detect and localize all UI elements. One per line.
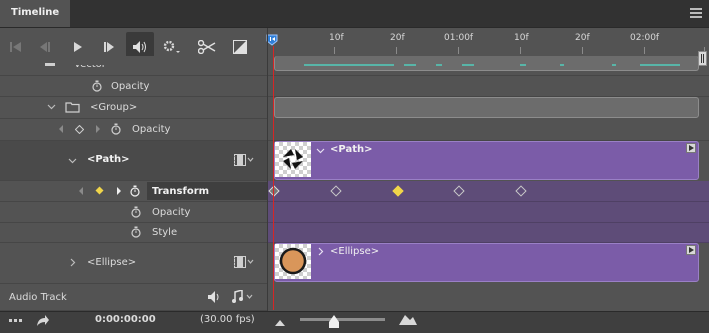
property-row-opacity[interactable]: Opacity: [0, 202, 268, 223]
chevron-right-icon[interactable]: [68, 258, 77, 270]
track-row-opacity: [268, 119, 709, 141]
cached-frames-bar: [462, 64, 474, 66]
previous-keyframe-icon[interactable]: [78, 187, 84, 198]
ruler-label: 20f: [575, 33, 590, 43]
layer-row-vector[interactable]: Vector: [0, 56, 268, 76]
cached-frames-bar: [520, 64, 526, 66]
cached-frames-bar: [640, 64, 680, 66]
property-row-transform[interactable]: Transform: [0, 181, 268, 202]
ruler-tick: [644, 47, 645, 54]
cached-frames-bar: [404, 64, 416, 66]
folder-icon: [45, 63, 55, 66]
zoom-slider-thumb[interactable]: [328, 315, 340, 332]
next-keyframe-icon[interactable]: [116, 187, 122, 198]
ruler-tick: [334, 47, 335, 54]
property-name: Style: [152, 227, 178, 238]
ruler-label: 20f: [390, 33, 405, 43]
panel-header: [0, 0, 709, 28]
stopwatch-icon[interactable]: [110, 123, 122, 138]
convert-to-frame-animation-icon[interactable]: [9, 317, 23, 330]
layer-name: Vector: [74, 59, 106, 70]
chevron-down-icon[interactable]: [316, 146, 325, 158]
chevron-down-icon[interactable]: [68, 156, 77, 168]
track-row-opacity: [268, 202, 709, 223]
previous-keyframe-icon[interactable]: [58, 125, 64, 136]
tab-timeline[interactable]: Timeline: [0, 0, 71, 27]
keyframe-active-icon[interactable]: [95, 186, 104, 198]
frame-rate: (30.00 fps): [200, 314, 255, 325]
property-name: Opacity: [152, 207, 191, 218]
ruler-label: 02:00f: [630, 33, 660, 43]
property-name: Transform: [152, 186, 210, 197]
ruler-label: 01:00f: [444, 33, 474, 43]
clip-group[interactable]: [274, 97, 699, 118]
clip-label: <Ellipse>: [330, 246, 380, 257]
folder-icon: [65, 101, 80, 116]
track-row-style: [268, 223, 709, 243]
audio-track-label: Audio Track: [9, 292, 67, 303]
current-time[interactable]: 0:00:00:00: [95, 314, 156, 325]
property-row-style[interactable]: Style: [0, 223, 268, 243]
layer-row-group[interactable]: <Group>: [0, 97, 268, 119]
playhead[interactable]: [273, 46, 274, 310]
aperture-icon: [283, 149, 303, 169]
cached-frames-bar: [304, 64, 394, 66]
chevron-right-icon[interactable]: [316, 247, 325, 259]
ruler-label: 10f: [329, 33, 344, 43]
ruler-tick: [582, 47, 583, 54]
zoom-slider[interactable]: [300, 318, 385, 321]
clip-thumbnail-path: [275, 142, 311, 177]
music-note-icon[interactable]: [231, 289, 255, 306]
property-name: Opacity: [132, 124, 171, 135]
layer-row-ellipse[interactable]: <Ellipse>: [0, 243, 268, 284]
track-row-audio: [268, 284, 709, 310]
ellipse-shape-icon: [279, 247, 307, 275]
ruler-tick: [396, 47, 397, 54]
film-strip-icon[interactable]: [234, 256, 254, 271]
stopwatch-icon[interactable]: [91, 80, 103, 95]
render-video-icon[interactable]: [36, 315, 50, 330]
add-keyframe-icon[interactable]: [74, 124, 85, 137]
track-row-opacity: [268, 76, 709, 97]
panel-menu-icon[interactable]: [690, 8, 702, 18]
clip-end-arrow-icon[interactable]: [686, 245, 696, 258]
ruler-tick: [458, 47, 459, 54]
ruler-tick: [520, 47, 521, 54]
ruler-label: 10f: [514, 33, 529, 43]
film-strip-icon[interactable]: [234, 154, 254, 169]
clip-end-arrow-icon[interactable]: [686, 143, 696, 156]
layer-row-path[interactable]: <Path>: [0, 141, 268, 181]
next-keyframe-icon[interactable]: [95, 125, 101, 136]
speaker-icon[interactable]: [208, 291, 222, 306]
layer-name: <Path>: [87, 154, 130, 165]
layer-name: <Ellipse>: [87, 257, 137, 268]
zoom-in-icon[interactable]: [399, 315, 417, 328]
chevron-down-icon[interactable]: [47, 102, 56, 114]
property-row-opacity[interactable]: Opacity: [0, 76, 268, 97]
audio-track-row[interactable]: Audio Track: [0, 284, 268, 311]
stopwatch-icon[interactable]: [130, 226, 142, 241]
cached-frames-bar: [436, 64, 442, 66]
zoom-out-icon[interactable]: [275, 318, 285, 329]
cached-frames-bar: [560, 64, 564, 66]
clip-label: <Path>: [330, 144, 373, 155]
stopwatch-icon[interactable]: [130, 206, 142, 221]
layer-name: <Group>: [90, 102, 138, 113]
property-row-opacity[interactable]: Opacity: [0, 119, 268, 141]
property-name: Opacity: [111, 81, 150, 92]
clip-thumbnail-ellipse: [275, 244, 311, 279]
work-area-end-handle[interactable]: [698, 51, 707, 66]
stopwatch-icon[interactable]: [129, 185, 141, 200]
cached-frames-bar: [612, 64, 616, 66]
